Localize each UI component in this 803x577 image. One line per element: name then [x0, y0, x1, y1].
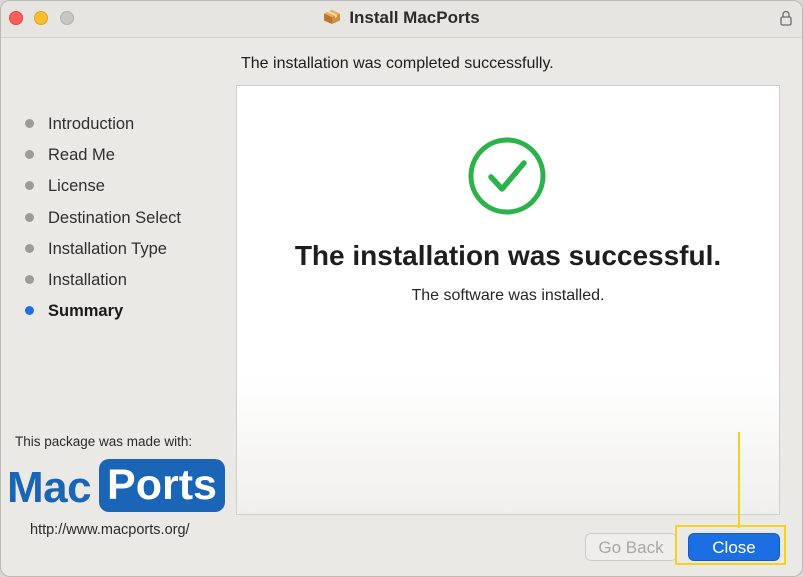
- step-license: License: [23, 175, 181, 206]
- logo-mac-text: Mac: [7, 463, 92, 512]
- summary-panel: The installation was successful. The sof…: [236, 85, 780, 515]
- step-dot: [25, 243, 34, 253]
- installer-window: Install MacPorts The installation was co…: [0, 0, 803, 577]
- package-icon: [324, 10, 341, 24]
- step-destination-select: Destination Select: [23, 207, 181, 238]
- lock-icon: [780, 10, 792, 26]
- step-installation: Installation: [23, 269, 181, 300]
- window-title: Install MacPorts: [349, 8, 480, 27]
- step-read-me: Read Me: [23, 144, 181, 175]
- go-back-button[interactable]: Go Back: [585, 533, 677, 561]
- step-dot: [25, 274, 34, 284]
- step-dot: [25, 181, 34, 191]
- annotation-highlight-box: [675, 525, 786, 565]
- step-label: Summary: [48, 302, 124, 321]
- step-dot: [25, 119, 34, 128]
- step-dot: [25, 212, 34, 222]
- step-installation-type: Installation Type: [23, 238, 181, 269]
- status-header: The installation was completed successfu…: [241, 55, 554, 72]
- step-label: Destination Select: [48, 208, 181, 227]
- step-label: Installation Type: [48, 239, 167, 258]
- made-with-text: This package was made with:: [15, 434, 193, 449]
- macports-url: http://www.macports.org/: [30, 522, 190, 538]
- success-subtitle: The software was installed.: [411, 287, 605, 304]
- step-dot: [25, 150, 34, 160]
- title-bar: Install MacPorts: [1, 1, 802, 38]
- installer-steps: Introduction Read Me License Destination…: [23, 113, 181, 331]
- macports-logo: Mac Ports: [7, 459, 227, 515]
- step-summary: Summary: [23, 300, 181, 331]
- step-dot-active: [25, 306, 34, 316]
- step-label: Read Me: [48, 146, 115, 165]
- step-introduction: Introduction: [23, 113, 181, 144]
- success-title: The installation was successful.: [294, 240, 722, 271]
- annotation-pointer-line: [738, 432, 740, 528]
- step-label: Installation: [48, 270, 127, 289]
- window-title-group: Install MacPorts: [1, 8, 802, 28]
- step-label: License: [48, 177, 105, 196]
- logo-ports-text: Ports: [99, 459, 225, 512]
- step-label: Introduction: [48, 115, 135, 133]
- checkmark-circle-icon: [468, 137, 546, 215]
